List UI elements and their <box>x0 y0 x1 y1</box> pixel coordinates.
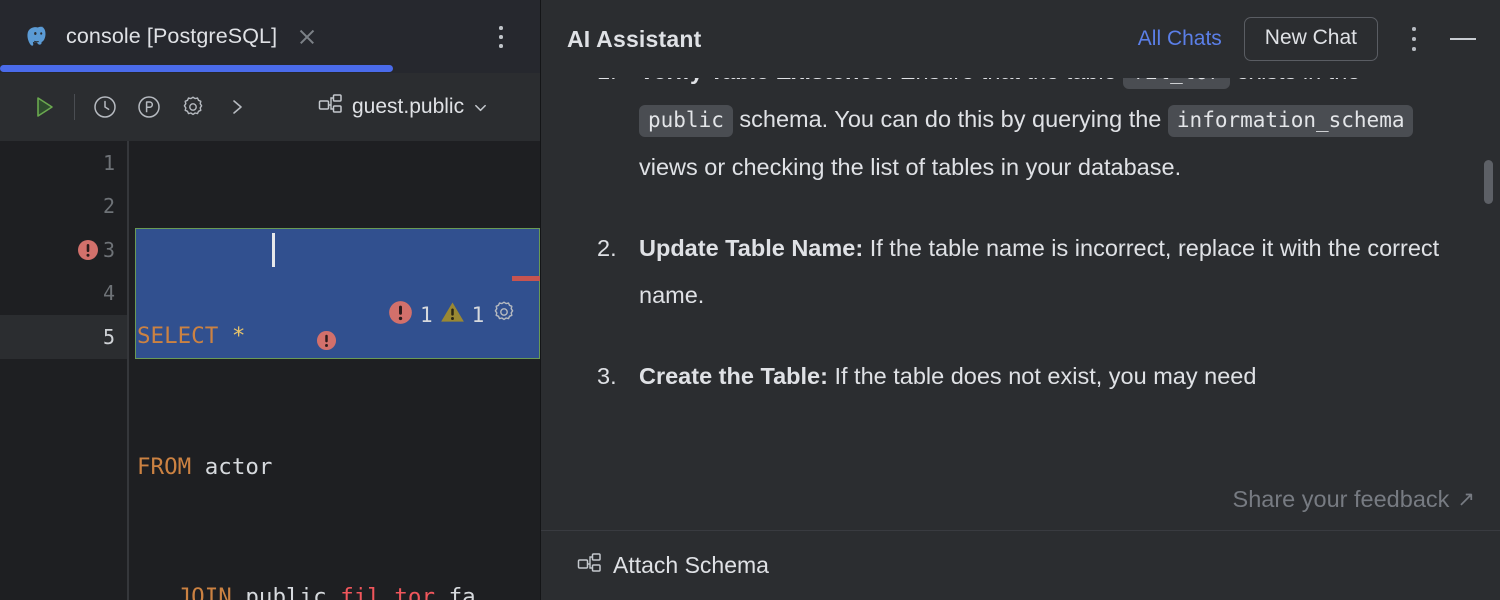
editor-tab-console[interactable]: console [PostgreSQL] <box>0 0 337 73</box>
list-item-number: 1. <box>597 78 617 95</box>
error-badge-icon[interactable] <box>388 300 413 330</box>
warning-count: 1 <box>471 302 485 327</box>
list-item-heading: Update Table Name: <box>639 235 864 261</box>
line-number: 5 <box>102 324 115 349</box>
sql-alias: fa <box>448 584 476 600</box>
sql-identifier: actor <box>204 453 273 480</box>
chat-scrollbar[interactable] <box>1482 78 1494 468</box>
share-feedback-link[interactable]: Share your feedback ↗ <box>1233 486 1475 513</box>
schema-value: guest.public <box>352 95 465 118</box>
gutter-line: 4 <box>0 272 127 316</box>
steps-list: 1. Verify Table Existence: Ensure that t… <box>597 78 1441 400</box>
sql-schema: public <box>245 584 327 600</box>
close-icon[interactable] <box>295 25 319 49</box>
dot: . <box>326 584 341 600</box>
list-item: 1. Verify Table Existence: Ensure that t… <box>597 78 1441 191</box>
all-chats-link[interactable]: All Chats <box>1138 27 1222 51</box>
inline-code: information_schema <box>1167 105 1414 137</box>
text: Ensure that the table <box>893 78 1123 84</box>
share-feedback-label: Share your feedback <box>1232 485 1450 512</box>
p-circle-icon[interactable] <box>127 85 171 129</box>
more-options-icon[interactable] <box>492 26 510 48</box>
external-link-icon: ↗ <box>1457 487 1475 511</box>
inspection-widget[interactable]: 1 1 <box>388 299 517 330</box>
inline-code: fil_tor <box>1123 78 1230 89</box>
more-options-icon[interactable] <box>1404 27 1424 51</box>
minimize-icon[interactable] <box>1450 38 1476 40</box>
editor-toolbar: guest.public <box>0 73 540 141</box>
code-text[interactable]: SELECT * FROM ac SELECT * FROM actor JOI… <box>135 141 540 600</box>
list-item-number: 3. <box>597 363 617 389</box>
warning-triangle-icon[interactable] <box>440 300 465 330</box>
gutter-line: 2 <box>0 185 127 229</box>
text-caret <box>272 233 275 267</box>
code-editor-area[interactable]: 1 2 3 4 5 SELECT * FROM actor JOIN publi… <box>0 141 540 600</box>
gear-icon[interactable] <box>171 85 215 129</box>
line-number: 4 <box>102 281 115 306</box>
text: exists in the <box>1230 78 1360 84</box>
editor-tab-title: console [PostgreSQL] <box>66 24 278 48</box>
editor-tab-bar: console [PostgreSQL] <box>0 0 540 76</box>
ai-header-actions: All Chats New Chat <box>1138 0 1476 78</box>
chevron-right-icon[interactable] <box>215 85 259 129</box>
ai-assistant-pane: AI Assistant All Chats New Chat 1. Verif… <box>540 0 1500 600</box>
postgresql-elephant-icon <box>22 22 52 52</box>
code-line-5: JOIN public.fil_tor fa <box>135 576 540 600</box>
list-item: 2. Update Table Name: If the table name … <box>597 225 1441 319</box>
gutter-divider <box>127 141 129 600</box>
gutter-line: 1 <box>0 141 127 185</box>
sql-table-error: fil_tor <box>340 584 436 600</box>
history-clock-icon[interactable] <box>83 85 127 129</box>
toolbar-divider <box>74 94 75 120</box>
line-number: 3 <box>102 237 115 262</box>
sql-keyword: FROM <box>137 453 192 480</box>
chevron-down-icon[interactable] <box>473 100 488 115</box>
page-title: AI Assistant <box>567 25 702 52</box>
sql-keyword: JOIN <box>177 584 232 600</box>
line-number: 2 <box>102 194 115 219</box>
inspection-gear-icon[interactable] <box>491 299 517 330</box>
selected-code: SELECT * FROM actor JOIN public.fil_tor … <box>135 228 540 600</box>
list-item-number: 2. <box>597 235 617 261</box>
inline-code: public <box>639 105 733 137</box>
text: views or checking the list of tables in … <box>639 154 1182 180</box>
schema-icon <box>577 552 602 580</box>
code-line-4: FROM actor <box>135 446 540 490</box>
editor-gutter[interactable]: 1 2 3 4 5 <box>0 141 127 600</box>
gutter-line-active: 5 <box>0 315 127 359</box>
list-item-heading: Verify Table Existence: <box>639 78 893 84</box>
line-number: 1 <box>102 150 115 175</box>
app-window: console [PostgreSQL] guest.public 1 2 3 … <box>0 0 1500 600</box>
chat-message-list[interactable]: 1. Verify Table Existence: Ensure that t… <box>541 78 1500 468</box>
new-chat-button[interactable]: New Chat <box>1243 17 1378 61</box>
schema-selector[interactable]: guest.public <box>318 73 488 141</box>
error-badge-icon[interactable] <box>77 239 99 261</box>
ai-assistant-header: AI Assistant All Chats New Chat <box>541 0 1500 78</box>
sql-editor-pane: console [PostgreSQL] guest.public 1 2 3 … <box>0 0 540 600</box>
list-item: 3. Create the Table: If the table does n… <box>597 353 1441 400</box>
assistant-message: 1. Verify Table Existence: Ensure that t… <box>541 78 1500 400</box>
gutter-line: 3 <box>0 228 127 272</box>
text: If the table does not exist, you may nee… <box>827 363 1257 389</box>
text: schema. You can do this by querying the <box>732 106 1168 132</box>
scrollbar-thumb[interactable] <box>1484 160 1493 204</box>
run-play-icon[interactable] <box>22 85 66 129</box>
error-underline <box>512 276 540 281</box>
attach-schema-button[interactable]: Attach Schema <box>541 531 1500 600</box>
error-count: 1 <box>420 302 433 327</box>
list-item-heading: Create the Table: <box>639 363 828 389</box>
attach-schema-label: Attach Schema <box>613 552 769 578</box>
feedback-row: Share your feedback ↗ <box>541 468 1500 530</box>
active-tab-underline <box>0 65 393 72</box>
schema-icon <box>318 93 343 121</box>
error-badge-icon[interactable] <box>153 279 336 350</box>
